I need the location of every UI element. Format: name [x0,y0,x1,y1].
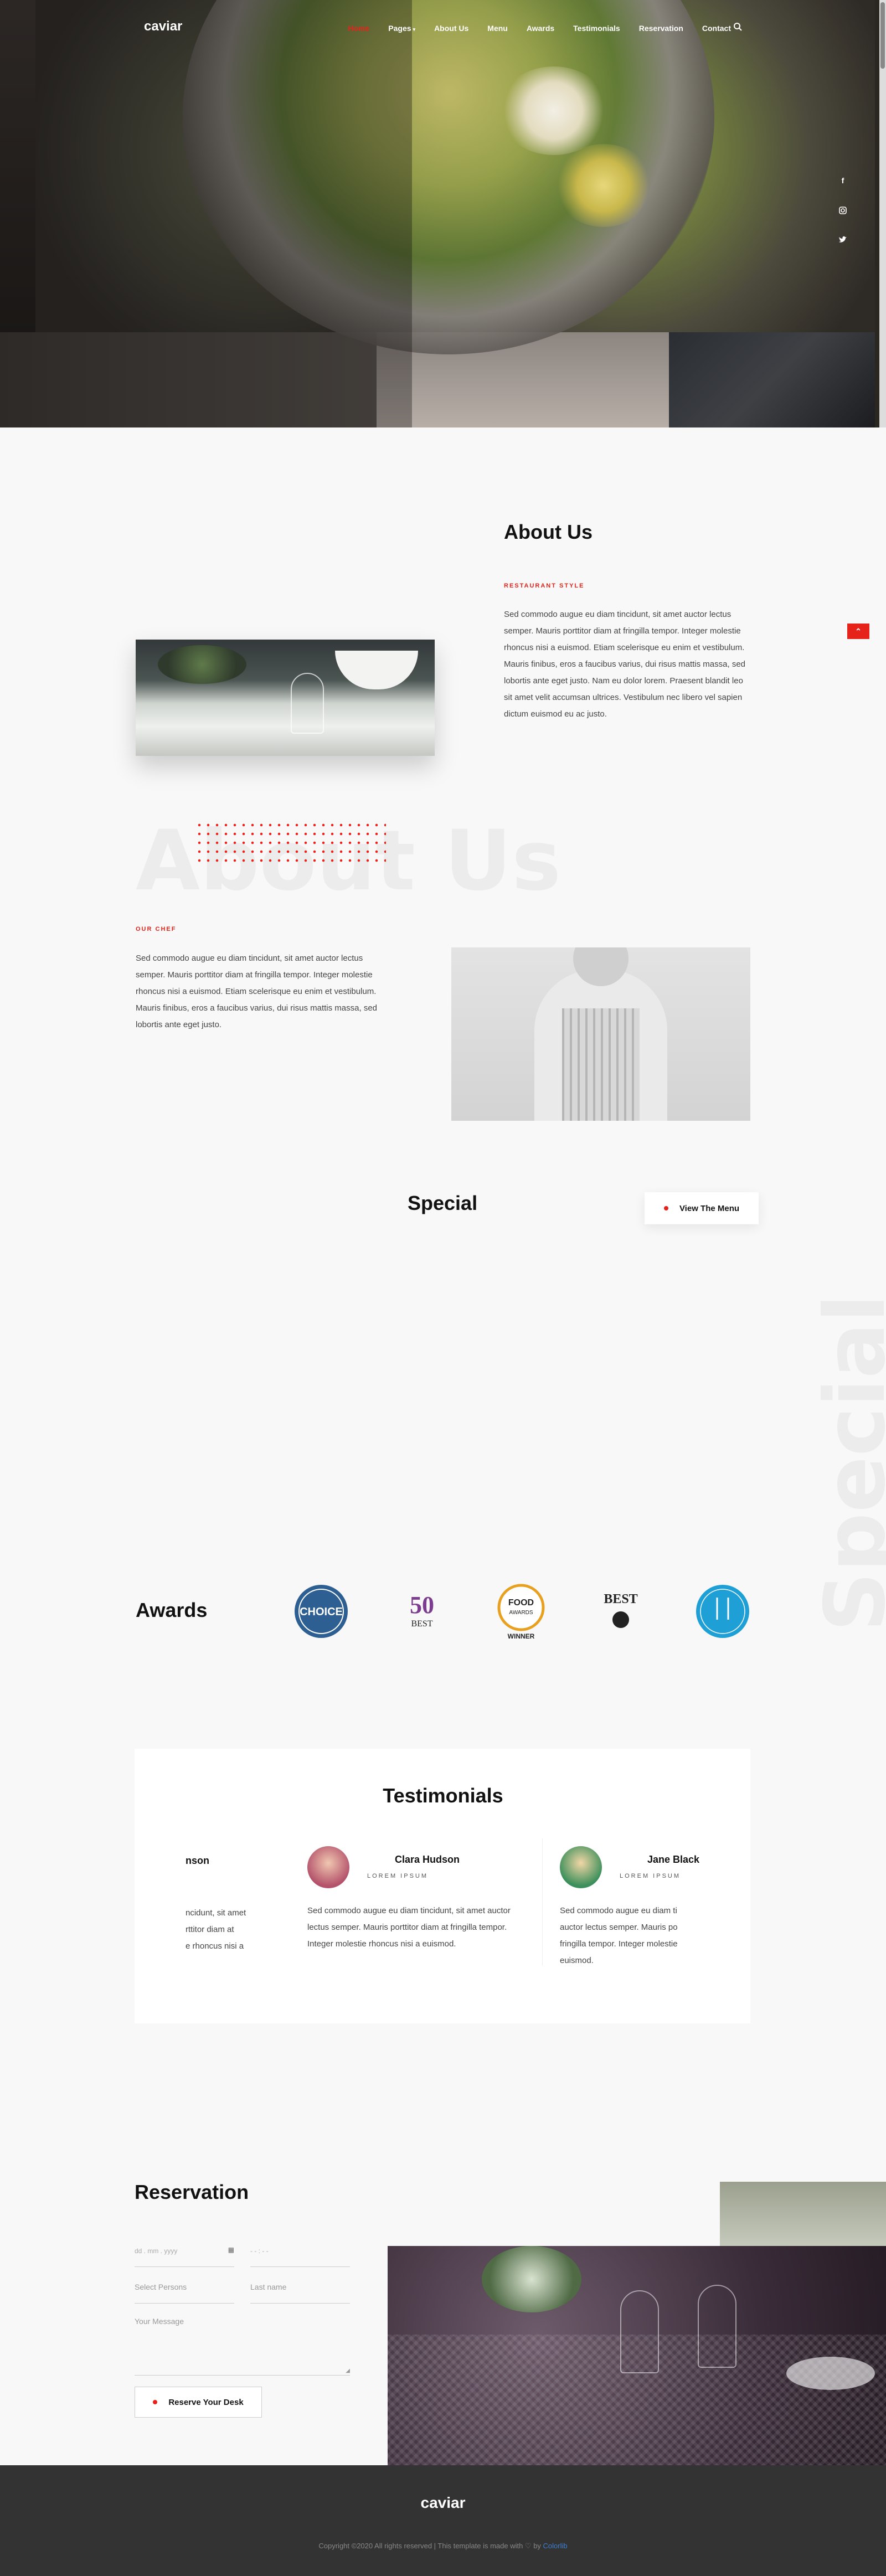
chef-apron [562,1008,640,1121]
plant-graphic [158,645,246,684]
main-nav: Home Pages ▾ About Us Menu Awards Testimo… [329,24,731,33]
nav-pages-label: Pages [388,24,411,33]
about-table-image [136,640,435,756]
time-field-placeholder: - - : - - [250,2247,269,2255]
badge-food-title: FOOD [508,1598,534,1608]
view-menu-button[interactable]: View The Menu [645,1192,759,1224]
chevron-down-icon: ▾ [413,27,416,32]
testimonial-name: Clara Hudson [395,1854,460,1865]
reserve-button-label: Reserve Your Desk [168,2397,244,2407]
glass-graphic [291,673,324,734]
hero-bowl-garnish [498,66,609,155]
nav-awards[interactable]: Awards [527,24,554,33]
about-title: About Us [504,521,593,543]
credit-link[interactable]: Colorlib [543,2542,568,2550]
instagram-icon[interactable] [837,206,848,217]
brand-logo[interactable]: caviar [144,19,182,34]
about-kicker: RESTAURANT STYLE [504,583,585,589]
avatar [307,1846,349,1888]
facebook-icon[interactable]: f [837,176,848,187]
choice-award-badge-icon: CHOICE [291,1581,352,1642]
chef-text: Sed commodo augue eu diam tincidunt, sit… [136,954,378,1029]
nav-contact[interactable]: Contact [702,24,731,33]
date-field[interactable]: dd . mm . yyyy ▦ [135,2244,234,2267]
nav-about[interactable]: About Us [434,24,468,33]
footer-copyright: Copyright ©2020 All rights reserved | Th… [0,2542,886,2551]
nav-pages[interactable]: Pages ▾ [388,24,415,33]
badge-best-title: BEST [604,1592,637,1606]
bowl-graphic [335,651,418,689]
reservation-image [388,2246,886,2465]
nav-testimonials[interactable]: Testimonials [573,24,620,33]
awards-title: Awards [136,1599,208,1621]
testimonial-text: Sed commodo augue eu diam ti auctor lect… [560,1906,678,1965]
testimonial-role: LOREM IPSUM [620,1873,681,1879]
top-navbar: caviar Home Pages ▾ About Us Menu Awards … [0,0,886,55]
50-best-badge-icon: 50 BEST [392,1581,452,1642]
special-watermark: Special [807,1294,886,1632]
chevron-up-icon: ⌃ [855,627,862,636]
message-textarea[interactable]: Your Message ◢ [135,2315,350,2376]
plate-graphic [786,2357,875,2390]
hero-section: caviar Home Pages ▾ About Us Menu Awards … [0,0,886,427]
footer [0,2465,886,2576]
best-restaurant-badge-icon: BEST [590,1581,651,1642]
best-new-restaurant-badge-icon [692,1581,753,1642]
glass-graphic [620,2290,659,2373]
footer-brand[interactable]: caviar [0,2494,886,2512]
food-awards-badge-icon: FOOD AWARDS WINNER [491,1581,552,1642]
nav-menu[interactable]: Menu [487,24,508,33]
persons-placeholder: Select Persons [135,2283,187,2291]
testimonials-title: Testimonials [383,1784,503,1807]
testimonial-role: LOREM IPSUM [367,1873,429,1879]
time-field[interactable]: - - : - - [250,2244,350,2267]
testimonial-text: ncidunt, sit amet rttitor diam at e rhon… [186,1908,246,1951]
special-title: Special [408,1192,478,1214]
avatar [560,1846,602,1888]
hero-photo-bottom-right [669,332,875,427]
dot-pattern [195,821,386,865]
resize-handle-icon[interactable]: ◢ [346,2368,350,2374]
flowers-graphic [482,2246,581,2312]
page-scrollbar[interactable] [879,0,886,427]
copyright-text: Copyright ©2020 All rights reserved | Th… [318,2542,541,2550]
about-text: Sed commodo augue eu diam tincidunt, sit… [504,610,746,719]
chef-kicker: OUR CHEF [136,926,177,932]
chef-image [451,947,750,1121]
badge-food-caption: WINNER [508,1632,535,1640]
view-menu-label: View The Menu [679,1203,740,1213]
reserve-button[interactable]: Reserve Your Desk [135,2387,262,2418]
badge-50-number: 50 [410,1591,434,1619]
testimonial-carousel-viewport[interactable]: nson ncidunt, sit amet rttitor diam at e… [186,1838,700,1982]
badge-50-label: BEST [411,1619,432,1629]
lastname-input[interactable]: Last name [250,2280,350,2304]
calendar-icon: ▦ [228,2246,234,2254]
nav-home[interactable]: Home [348,24,369,33]
svg-text:CHOICE: CHOICE [300,1606,343,1618]
reservation-title: Reservation [135,2181,249,2203]
reservation-image-top [720,2182,886,2248]
hero-bowl-garnish-2 [554,144,653,227]
twitter-icon[interactable] [837,236,848,247]
red-dot-icon [663,1206,668,1210]
testimonial-name: Jane Black [647,1854,700,1865]
testimonial-name: nson [186,1855,209,1866]
hero-overlay [0,0,412,427]
scrollbar-thumb[interactable] [880,2,885,69]
date-field-placeholder: dd . mm . yyyy [135,2247,178,2255]
testimonial-text: Sed commodo augue eu diam tincidunt, sit… [307,1906,511,1949]
nav-reservation[interactable]: Reservation [639,24,683,33]
testimonial-divider [542,1838,543,1966]
persons-select[interactable]: Select Persons [135,2280,234,2304]
badge-food-sub: AWARDS [509,1610,533,1616]
message-placeholder: Your Message [135,2317,184,2326]
back-to-top-button[interactable]: ⌃ [847,624,869,639]
lastname-placeholder: Last name [250,2283,287,2291]
glass-graphic [698,2285,736,2368]
red-dot-icon [153,2400,158,2404]
search-icon[interactable] [732,21,744,33]
